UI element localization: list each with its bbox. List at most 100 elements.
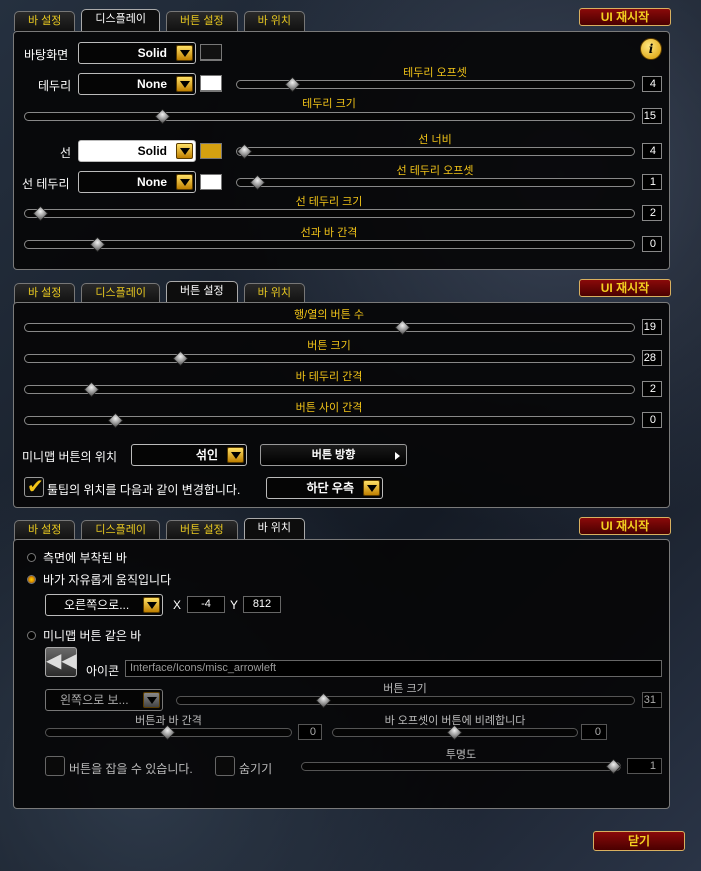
direction-dropdown[interactable]: 왼쪽으로 보... bbox=[45, 689, 163, 711]
line-border-size-value: 2 bbox=[642, 205, 662, 221]
button-size-label: 버튼 크기 bbox=[383, 683, 427, 695]
ui-reset-button[interactable]: UI 재시작 bbox=[579, 517, 671, 535]
x-input[interactable]: -4 bbox=[187, 596, 225, 613]
anchor-dropdown[interactable]: 오른쪽으로... bbox=[45, 594, 163, 616]
ui-reset-button[interactable]: UI 재시작 bbox=[579, 279, 671, 297]
line-bar-gap-value: 0 bbox=[642, 236, 662, 252]
bar-border-gap-value: 2 bbox=[642, 381, 662, 397]
slider-thumb[interactable] bbox=[249, 174, 266, 191]
background-color-fill bbox=[200, 44, 222, 60]
line-border-color-swatch[interactable] bbox=[200, 174, 222, 190]
info-icon[interactable]: i bbox=[640, 38, 662, 60]
line-color-swatch[interactable] bbox=[200, 143, 222, 159]
free-bar-label: 바가 자유롭게 움직입니다 bbox=[43, 573, 172, 587]
bar-gap-slider[interactable] bbox=[45, 724, 292, 741]
bar-border-gap-slider[interactable] bbox=[24, 381, 635, 398]
tab-row-1: 바 설정 디스플레이 버튼 설정 바 위치 bbox=[14, 9, 305, 31]
tab-bar-position[interactable]: 바 위치 bbox=[243, 283, 305, 303]
border-dropdown[interactable]: None bbox=[78, 73, 196, 95]
button-direction-label: 버튼 방향 bbox=[311, 449, 356, 461]
line-border-offset-slider[interactable] bbox=[236, 174, 635, 191]
arrow-left-icon[interactable]: ◀◀ bbox=[45, 647, 77, 677]
minimap-bar-radio[interactable] bbox=[27, 631, 36, 640]
tab-bar-position[interactable]: 바 위치 bbox=[243, 11, 305, 31]
slider-thumb[interactable] bbox=[154, 108, 171, 125]
minimap-position-value: 섞인 bbox=[195, 448, 218, 462]
free-bar-radio[interactable] bbox=[27, 575, 36, 584]
line-border-label: 선 테두리 bbox=[22, 177, 70, 191]
grab-checkbox[interactable] bbox=[45, 756, 65, 776]
border-offset-label: 테두리 오프셋 bbox=[403, 67, 467, 79]
slider-thumb[interactable] bbox=[172, 350, 189, 367]
tooltip-checkbox[interactable]: ✔ bbox=[24, 476, 44, 498]
tab-bar-settings[interactable]: 바 설정 bbox=[14, 520, 76, 540]
tab-row-3: 바 설정 디스플레이 버튼 설정 바 위치 bbox=[14, 518, 305, 540]
border-size-value: 15 bbox=[642, 108, 662, 124]
slider-thumb[interactable] bbox=[284, 76, 301, 93]
tab-bar-position[interactable]: 바 위치 bbox=[243, 518, 305, 540]
line-bar-gap-slider[interactable] bbox=[24, 236, 635, 253]
slider-thumb[interactable] bbox=[446, 724, 463, 741]
slider-thumb[interactable] bbox=[394, 319, 411, 336]
slider-thumb[interactable] bbox=[315, 692, 332, 709]
button-size-slider[interactable] bbox=[176, 692, 635, 709]
button-gap-slider[interactable] bbox=[24, 412, 635, 429]
alpha-slider[interactable] bbox=[301, 758, 622, 775]
hide-checkbox[interactable] bbox=[215, 756, 235, 776]
button-gap-value: 0 bbox=[642, 412, 662, 428]
chevron-down-icon bbox=[176, 143, 193, 159]
bar-offset-value: 0 bbox=[581, 724, 607, 740]
line-width-value: 4 bbox=[642, 143, 662, 159]
background-dropdown[interactable]: Solid bbox=[78, 42, 196, 64]
button-size-label: 버튼 크기 bbox=[307, 340, 351, 352]
buttons-per-row-value: 19 bbox=[642, 319, 662, 335]
bar-position-panel: 측면에 부착된 바 바가 자유롭게 움직입니다 오른쪽으로... X -4 Y … bbox=[13, 539, 670, 809]
tab-button-settings[interactable]: 버튼 설정 bbox=[166, 281, 238, 303]
attached-bar-label: 측면에 부착된 바 bbox=[43, 551, 127, 565]
slider-thumb[interactable] bbox=[32, 205, 49, 222]
buttons-per-row-slider[interactable] bbox=[24, 319, 635, 336]
line-border-offset-value: 1 bbox=[642, 174, 662, 190]
ui-reset-button[interactable]: UI 재시작 bbox=[579, 8, 671, 26]
close-button[interactable]: 닫기 bbox=[593, 831, 685, 851]
line-border-size-slider[interactable] bbox=[24, 205, 635, 222]
slider-thumb[interactable] bbox=[83, 381, 100, 398]
tab-row-2: 바 설정 디스플레이 버튼 설정 바 위치 bbox=[14, 281, 305, 303]
tab-display[interactable]: 디스플레이 bbox=[81, 9, 161, 31]
slider-thumb[interactable] bbox=[236, 143, 253, 160]
border-offset-slider[interactable] bbox=[236, 76, 635, 93]
y-label: Y bbox=[230, 598, 239, 612]
background-value: Solid bbox=[137, 46, 167, 60]
minimap-position-dropdown[interactable]: 섞인 bbox=[131, 444, 247, 466]
border-size-slider[interactable] bbox=[24, 108, 635, 125]
tooltip-position-dropdown[interactable]: 하단 우측 bbox=[266, 477, 383, 499]
icon-path-input[interactable]: Interface/Icons/misc_arrowleft bbox=[125, 660, 662, 677]
tooltip-position-value: 하단 우측 bbox=[306, 481, 355, 495]
line-dropdown[interactable]: Solid bbox=[78, 140, 196, 162]
line-border-value: None bbox=[137, 175, 167, 189]
tab-button-settings[interactable]: 버튼 설정 bbox=[166, 11, 238, 31]
chevron-down-icon bbox=[143, 692, 160, 708]
button-direction-button[interactable]: 버튼 방향 bbox=[260, 444, 407, 466]
line-width-slider[interactable] bbox=[236, 143, 635, 160]
alpha-label: 투명도 bbox=[445, 749, 477, 761]
line-border-dropdown[interactable]: None bbox=[78, 171, 196, 193]
tab-bar-settings[interactable]: 바 설정 bbox=[14, 11, 76, 31]
chevron-down-icon bbox=[363, 480, 380, 496]
line-bar-gap-label: 선과 바 간격 bbox=[300, 227, 358, 239]
tab-display[interactable]: 디스플레이 bbox=[81, 283, 161, 303]
button-size-slider[interactable] bbox=[24, 350, 635, 367]
slider-thumb[interactable] bbox=[159, 724, 176, 741]
slider-thumb[interactable] bbox=[107, 412, 124, 429]
tab-bar-settings[interactable]: 바 설정 bbox=[14, 283, 76, 303]
checkmark-icon: ✔ bbox=[27, 476, 44, 498]
tab-button-settings[interactable]: 버튼 설정 bbox=[166, 520, 238, 540]
display-panel: i 바탕화면 Solid 테두리 None 테두리 오프셋 4 테두리 크기 1… bbox=[13, 31, 670, 270]
attached-bar-radio[interactable] bbox=[27, 553, 36, 562]
line-label: 선 bbox=[60, 146, 72, 160]
slider-thumb[interactable] bbox=[89, 236, 106, 253]
tab-display[interactable]: 디스플레이 bbox=[81, 520, 161, 540]
y-input[interactable]: 812 bbox=[243, 596, 281, 613]
border-label: 테두리 bbox=[38, 79, 72, 93]
bar-offset-slider[interactable] bbox=[332, 724, 578, 741]
